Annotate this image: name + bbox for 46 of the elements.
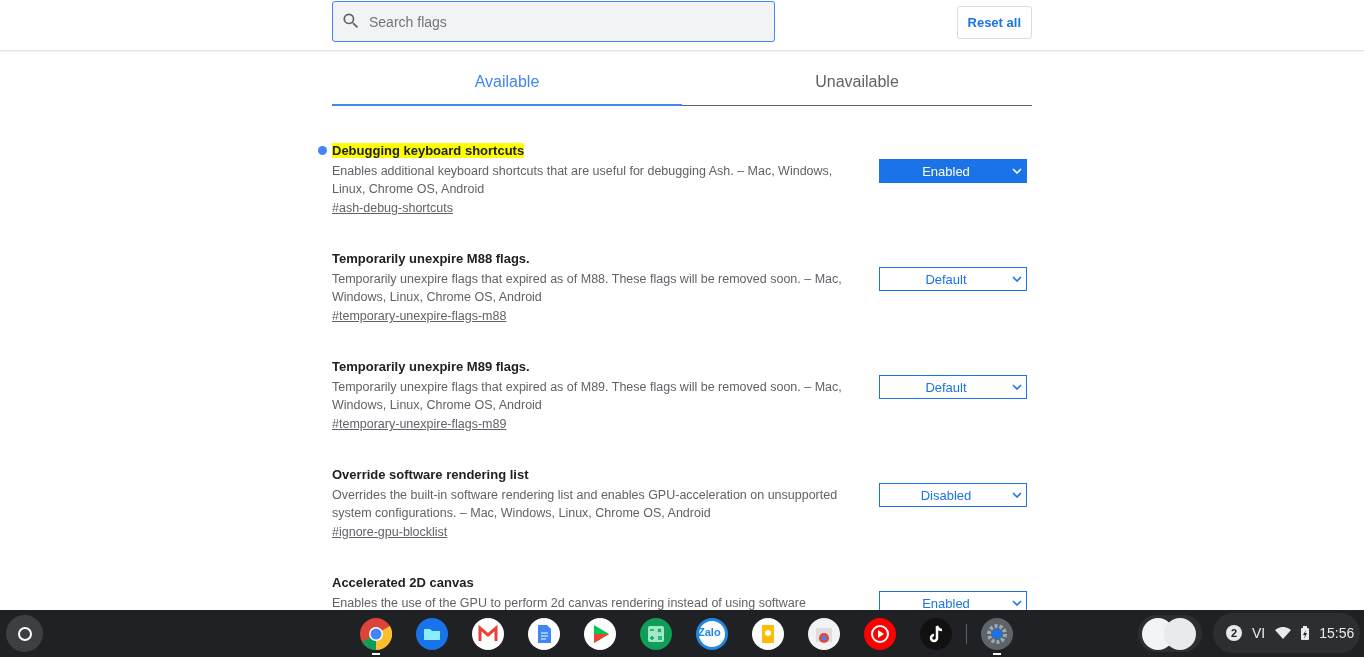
calculator-icon[interactable] bbox=[640, 617, 672, 650]
chevron-icon bbox=[1012, 168, 1022, 174]
notification-count: 2 bbox=[1226, 625, 1242, 641]
flag-link[interactable]: #ash-debug-shortcuts bbox=[332, 201, 453, 215]
input-method: VI bbox=[1252, 625, 1266, 641]
settings-icon[interactable] bbox=[981, 617, 1013, 650]
flag-link[interactable]: #temporary-unexpire-flags-m88 bbox=[332, 309, 507, 323]
flag-title: Temporarily unexpire M89 flags. bbox=[332, 359, 530, 374]
document-icon[interactable] bbox=[528, 617, 560, 650]
flag-description: Temporarily unexpire flags that expired as of M89. These flags will be removed soon. – Mac, Windows, Linux, Chrome OS, Android bbox=[332, 379, 843, 414]
chevron-icon bbox=[1012, 492, 1022, 498]
clock: 15:56 bbox=[1319, 625, 1355, 641]
chevron-icon bbox=[1012, 384, 1022, 390]
flag-dropdown[interactable]: Disabled bbox=[879, 483, 1027, 507]
flag-description: Overrides the built-in software rendering list and enables GPU-acceleration on unsupported system configurations. – Mac, Windows, Linux, Chrome OS, Android bbox=[332, 487, 839, 522]
play-button-icon[interactable] bbox=[864, 617, 896, 650]
flag-description: Enables the use of the GPU to perform 2d canvas rendering instead of using software bbox=[332, 595, 807, 610]
flag-dropdown[interactable]: Default bbox=[879, 375, 1027, 399]
wifi-icon bbox=[1275, 627, 1292, 639]
app-label: Zalo bbox=[698, 626, 721, 638]
search-field[interactable]: Search flags bbox=[332, 1, 775, 42]
mail-icon[interactable] bbox=[472, 617, 504, 650]
flag-description: Enables additional keyboard shortcuts that are useful for debugging Ash. – Mac, Windows, Linux, Chrome OS, Android bbox=[332, 163, 834, 198]
music-note-icon[interactable] bbox=[920, 617, 952, 650]
flag-title: Override software rendering list bbox=[332, 467, 529, 482]
flag-link[interactable]: #ignore-gpu-blocklist bbox=[332, 525, 448, 539]
tab[interactable]: Available bbox=[332, 61, 682, 106]
flag-dropdown[interactable]: Enabled bbox=[879, 591, 1027, 610]
chevron-icon bbox=[1012, 600, 1022, 606]
flag-description: Temporarily unexpire flags that expired as of M88. These flags will be removed soon. – Mac, Windows, Linux, Chrome OS, Android bbox=[332, 271, 843, 306]
chevron-icon bbox=[1012, 276, 1022, 282]
flag-title: Accelerated 2D canvas bbox=[332, 575, 474, 590]
window-previews[interactable] bbox=[1138, 615, 1202, 652]
browser-icon[interactable] bbox=[360, 617, 392, 650]
reset-all-button[interactable]: Reset all bbox=[956, 6, 1032, 39]
battery-icon bbox=[1301, 626, 1310, 640]
flag-title: Temporarily unexpire M88 flags. bbox=[332, 251, 530, 266]
status-area[interactable]: 2 VI 15:56 bbox=[1213, 613, 1360, 653]
flag-link[interactable]: #temporary-unexpire-flags-m89 bbox=[332, 417, 507, 431]
chat-icon[interactable] bbox=[696, 617, 728, 650]
launcher-button[interactable] bbox=[6, 615, 43, 652]
folder-icon[interactable] bbox=[416, 617, 448, 650]
flag-dropdown[interactable]: Default bbox=[879, 267, 1027, 291]
tab[interactable]: Unavailable bbox=[682, 61, 1032, 106]
flag-dropdown[interactable]: Enabled bbox=[879, 159, 1027, 183]
flag-title: Debugging keyboard shortcuts bbox=[332, 143, 525, 158]
